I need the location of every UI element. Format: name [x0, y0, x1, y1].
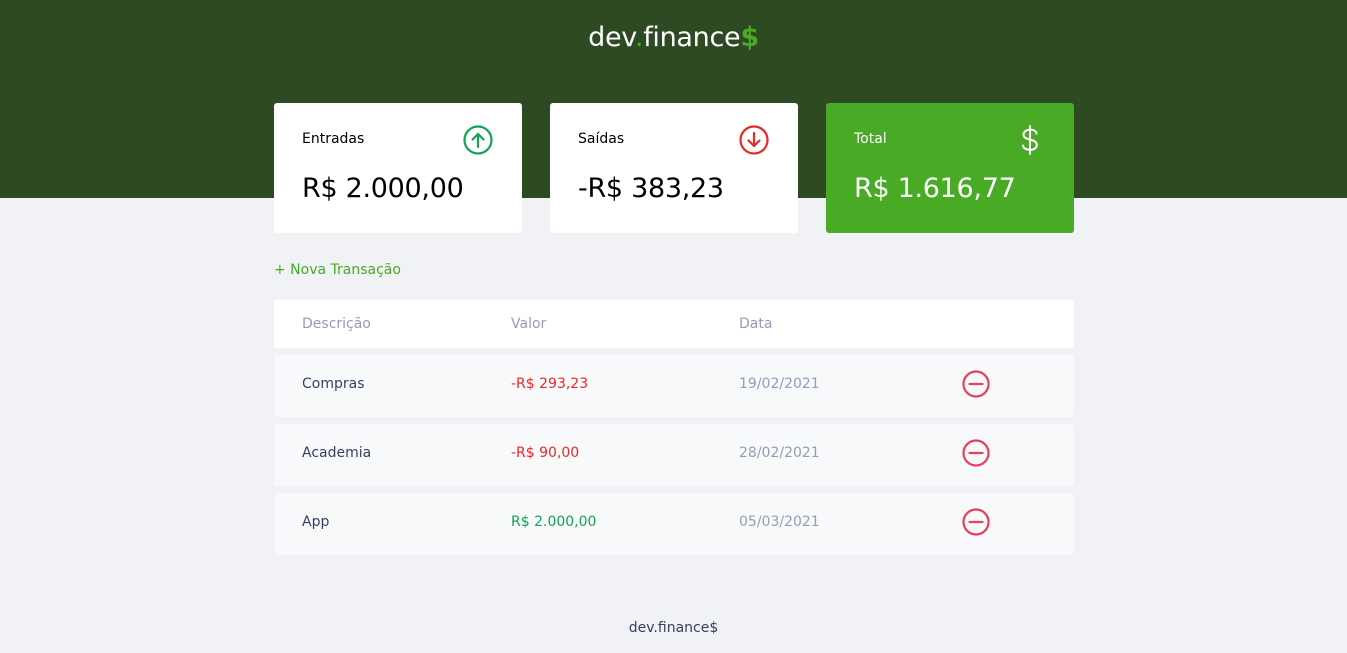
- row-description: Academia: [302, 445, 372, 461]
- table-header: Descrição Valor Data: [274, 300, 1074, 348]
- footer-text: dev.finance$: [628, 620, 719, 636]
- remove-transaction-icon[interactable]: [961, 438, 991, 468]
- header-date: Data: [739, 316, 773, 332]
- arrow-up-circle-icon: [463, 125, 493, 155]
- total-card-label: Total: [854, 131, 887, 147]
- row-description: App: [302, 514, 330, 530]
- expense-card-value: -R$ 383,23: [578, 173, 724, 204]
- table-row: Compras -R$ 293,23 19/02/2021: [274, 355, 1074, 417]
- logo: dev.finance$: [0, 22, 1347, 53]
- table-row: App R$ 2.000,00 05/03/2021: [274, 493, 1074, 555]
- total-card: Total R$ 1.616,77: [826, 103, 1074, 233]
- table-row: Academia -R$ 90,00 28/02/2021: [274, 424, 1074, 486]
- logo-dollar: $: [740, 22, 759, 53]
- new-transaction-button[interactable]: + Nova Transação: [274, 262, 401, 278]
- logo-dot: .: [634, 22, 644, 53]
- row-date: 19/02/2021: [739, 376, 820, 392]
- income-card-value: R$ 2.000,00: [302, 173, 464, 204]
- logo-name: finance: [643, 22, 741, 53]
- total-card-value: R$ 1.616,77: [854, 173, 1016, 204]
- header-description: Descrição: [302, 316, 371, 332]
- row-description: Compras: [302, 376, 365, 392]
- row-amount: -R$ 90,00: [511, 445, 580, 461]
- income-card-label: Entradas: [302, 131, 365, 147]
- row-date: 28/02/2021: [739, 445, 820, 461]
- row-date: 05/03/2021: [739, 514, 820, 530]
- expense-card-label: Saídas: [578, 131, 625, 147]
- header-amount: Valor: [511, 316, 547, 332]
- row-amount: R$ 2.000,00: [511, 514, 597, 530]
- income-card: Entradas R$ 2.000,00: [274, 103, 522, 233]
- expense-card: Saídas -R$ 383,23: [550, 103, 798, 233]
- dollar-icon: [1022, 125, 1038, 155]
- row-amount: -R$ 293,23: [511, 376, 589, 392]
- remove-transaction-icon[interactable]: [961, 369, 991, 399]
- arrow-down-circle-icon: [739, 125, 769, 155]
- transactions-table: Descrição Valor Data Compras -R$ 293,23 …: [274, 300, 1074, 555]
- remove-transaction-icon[interactable]: [961, 507, 991, 537]
- logo-prefix: dev: [588, 22, 635, 53]
